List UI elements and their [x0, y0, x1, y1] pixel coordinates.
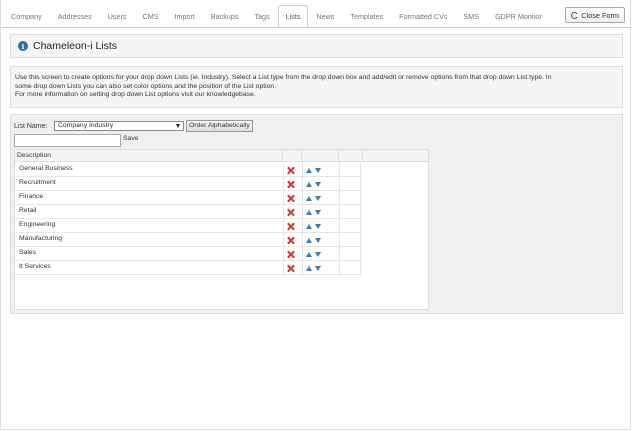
option-description[interactable]: Engineering	[19, 221, 55, 228]
refresh-icon	[571, 11, 580, 19]
tab-tags[interactable]: Tags	[246, 5, 277, 27]
save-button[interactable]: Save	[123, 135, 139, 142]
move-down-icon[interactable]	[315, 210, 321, 215]
instructions-line: Use this screen to create options for yo…	[15, 74, 552, 81]
instructions-line: For more information on setting drop dow…	[15, 91, 256, 99]
list-name-label: List Name:	[14, 123, 48, 130]
table-row: Recruitment	[15, 177, 360, 191]
table-row: Sales	[15, 247, 360, 261]
tab-lists[interactable]: Lists	[277, 5, 309, 27]
page-title: Chameleon-i Lists	[33, 40, 118, 52]
move-down-icon[interactable]	[315, 238, 321, 243]
tab-gdpr-monitor[interactable]: GDPR Monitor	[487, 5, 550, 27]
options-table: Description General Business Recruitment F…	[14, 149, 429, 310]
tab-formatted-cvs[interactable]: Formatted CVs	[391, 5, 455, 27]
tab-backups[interactable]: Backups	[203, 5, 247, 27]
delete-icon[interactable]	[287, 251, 294, 258]
table-header: Description	[15, 150, 428, 162]
tab-users[interactable]: Users	[100, 5, 135, 27]
table-row: It Services	[15, 261, 360, 275]
move-up-icon[interactable]	[306, 168, 312, 173]
option-description[interactable]: Retail	[19, 207, 36, 214]
new-option-input[interactable]	[14, 134, 121, 147]
column-divider	[302, 162, 303, 275]
close-form-label: Close Form	[581, 10, 619, 20]
move-down-icon[interactable]	[315, 168, 321, 173]
option-description[interactable]: General Business	[19, 165, 73, 172]
table-row: Engineering	[15, 219, 360, 233]
table-row: Finance	[15, 191, 360, 205]
tab-templates[interactable]: Templates	[342, 5, 391, 27]
column-divider	[339, 162, 340, 275]
column-header-order	[302, 150, 339, 162]
tab-company[interactable]: Company	[3, 5, 50, 27]
move-up-icon[interactable]	[306, 238, 312, 243]
page-header: i Chameleon-i Lists	[10, 34, 623, 58]
option-description[interactable]: Finance	[19, 193, 43, 200]
move-down-icon[interactable]	[315, 224, 321, 229]
delete-icon[interactable]	[287, 181, 294, 188]
tab-bar-divider	[2, 27, 630, 28]
move-down-icon[interactable]	[315, 196, 321, 201]
dropdown-arrow-icon	[176, 124, 180, 128]
tab-import[interactable]: Import	[167, 5, 203, 27]
list-name-select[interactable]: Company Industry	[54, 121, 184, 131]
move-up-icon[interactable]	[306, 252, 312, 257]
delete-icon[interactable]	[287, 237, 294, 244]
info-icon: i	[18, 41, 28, 51]
list-editor-panel: List Name: Company Industry Order Alphab…	[10, 114, 623, 314]
delete-icon[interactable]	[287, 223, 294, 230]
close-form-button[interactable]: Close Form	[565, 7, 625, 23]
tab-bar: Company Addresses Users CMS Import Backups Tag…	[3, 5, 550, 27]
instructions-panel: Use this screen to create options for yo…	[10, 66, 623, 108]
column-header-description: Description	[15, 150, 283, 162]
delete-icon[interactable]	[287, 209, 294, 216]
instructions-line: some drop down Lists you can also set co…	[15, 82, 277, 90]
option-description[interactable]: Recruitment	[19, 179, 56, 186]
table-row: Retail	[15, 205, 360, 219]
table-row: Manufacturing	[15, 233, 360, 247]
list-name-selected: Company Industry	[58, 122, 114, 129]
move-down-icon[interactable]	[315, 182, 321, 187]
option-description[interactable]: Manufacturing	[19, 235, 62, 242]
move-down-icon[interactable]	[315, 266, 321, 271]
move-up-icon[interactable]	[306, 266, 312, 271]
option-description[interactable]: Sales	[19, 249, 36, 256]
tab-news[interactable]: News	[308, 5, 342, 27]
move-up-icon[interactable]	[306, 210, 312, 215]
delete-icon[interactable]	[287, 195, 294, 202]
move-down-icon[interactable]	[315, 252, 321, 257]
move-up-icon[interactable]	[306, 196, 312, 201]
option-description[interactable]: It Services	[19, 263, 51, 270]
delete-icon[interactable]	[287, 167, 294, 174]
table-row: General Business	[15, 163, 360, 177]
tab-addresses[interactable]: Addresses	[50, 5, 100, 27]
column-header-extra	[339, 150, 363, 162]
tab-sms[interactable]: SMS	[456, 5, 488, 27]
column-divider	[283, 162, 284, 275]
delete-icon[interactable]	[287, 265, 294, 272]
column-divider	[360, 162, 361, 275]
column-header-delete	[283, 150, 302, 162]
tab-cms[interactable]: CMS	[135, 5, 167, 27]
order-alphabetically-button[interactable]: Order Alphabetically	[186, 120, 253, 132]
move-up-icon[interactable]	[306, 224, 312, 229]
move-up-icon[interactable]	[306, 182, 312, 187]
